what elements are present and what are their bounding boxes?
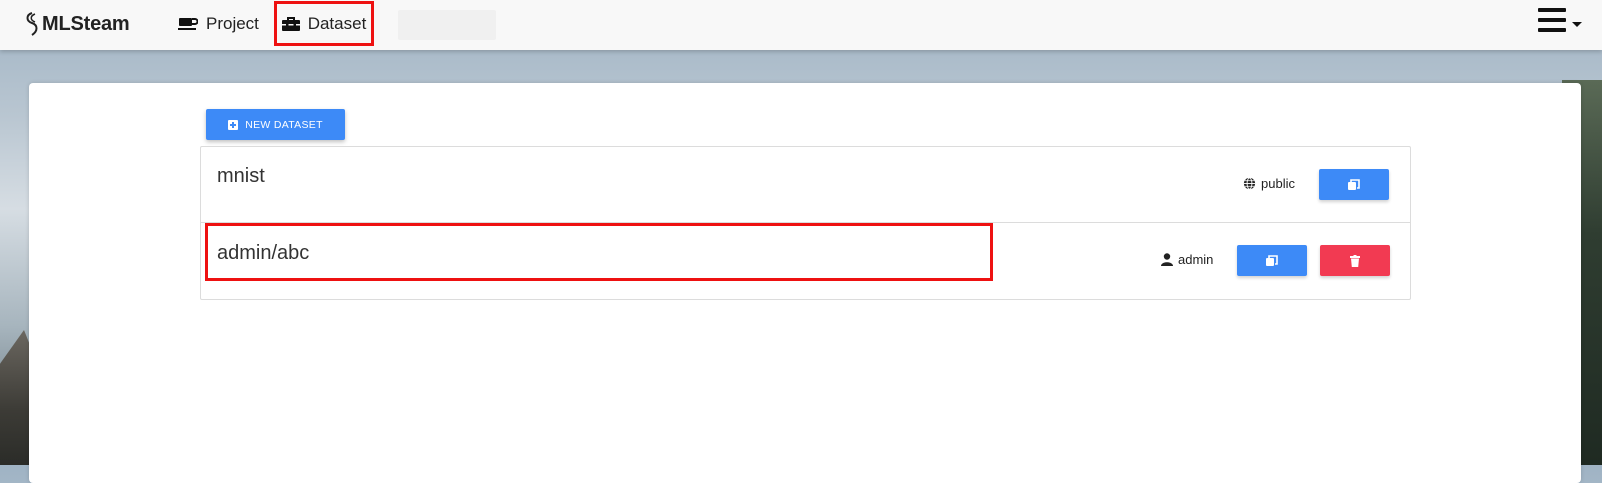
dataset-row: mnist public xyxy=(201,147,1410,223)
dataset-visibility: admin xyxy=(1161,252,1213,267)
new-dataset-label: NEW DATASET xyxy=(245,118,323,131)
nav-project[interactable]: Project xyxy=(178,0,259,48)
toolbox-icon xyxy=(281,16,300,31)
copy-icon xyxy=(1266,254,1278,266)
brand-logo[interactable]: MLSteam xyxy=(24,11,130,37)
main-menu-toggle[interactable] xyxy=(1538,8,1582,32)
copy-dataset-button[interactable] xyxy=(1319,169,1389,200)
delete-dataset-button[interactable] xyxy=(1320,245,1390,276)
hamburger-menu-icon xyxy=(1538,8,1566,32)
user-icon xyxy=(1161,253,1173,266)
plus-square-icon xyxy=(228,119,239,130)
dataset-list: mnist public admin/abc admin xyxy=(200,146,1411,300)
brand-name: MLSteam xyxy=(42,12,130,35)
copy-icon xyxy=(1348,178,1360,190)
nav-dataset[interactable]: Dataset xyxy=(274,1,374,46)
dataset-owner: public xyxy=(1261,176,1295,191)
nav-project-label: Project xyxy=(206,14,259,33)
dataset-name[interactable]: admin/abc xyxy=(217,242,309,265)
globe-icon xyxy=(1243,177,1256,190)
top-navbar: MLSteam Project Dataset xyxy=(0,0,1602,50)
nav-dataset-label: Dataset xyxy=(307,13,367,33)
coffee-cup-icon xyxy=(178,18,198,30)
dataset-name[interactable]: mnist xyxy=(217,165,265,188)
trash-icon xyxy=(1350,254,1360,267)
dataset-visibility: public xyxy=(1243,176,1295,191)
nav-placeholder xyxy=(398,10,496,40)
copy-dataset-button[interactable] xyxy=(1237,245,1307,276)
dataset-row: admin/abc admin xyxy=(201,223,1410,298)
dataset-owner: admin xyxy=(1178,252,1214,267)
highlight-box xyxy=(205,223,993,281)
new-dataset-button[interactable]: NEW DATASET xyxy=(206,109,345,140)
caret-down-icon xyxy=(1572,21,1582,27)
steam-logo-icon xyxy=(26,12,38,36)
